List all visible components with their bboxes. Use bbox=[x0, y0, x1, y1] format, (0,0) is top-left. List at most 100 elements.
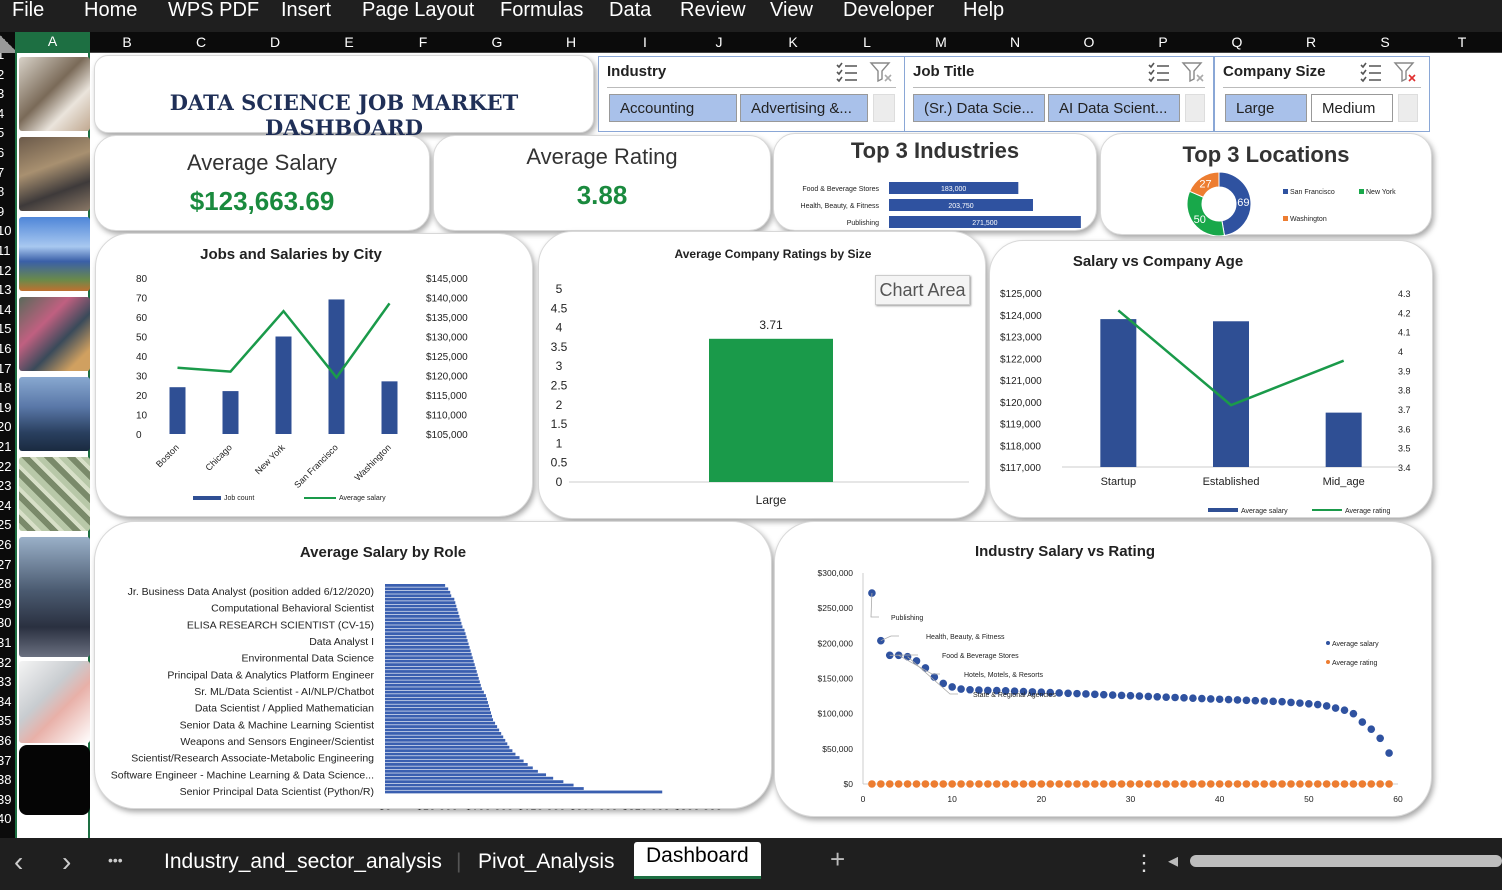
row-header-5[interactable]: 5 bbox=[0, 125, 15, 140]
clear-filter-icon[interactable] bbox=[869, 61, 893, 83]
multi-select-icon[interactable] bbox=[835, 61, 859, 83]
column-header-S[interactable]: S bbox=[1348, 34, 1422, 50]
slicer-item-medium[interactable]: Medium bbox=[1311, 94, 1393, 122]
row-header-18[interactable]: 18 bbox=[0, 380, 15, 395]
column-header-I[interactable]: I bbox=[608, 34, 682, 50]
row-header-32[interactable]: 32 bbox=[0, 655, 15, 670]
clear-filter-icon[interactable] bbox=[1181, 61, 1205, 83]
slicer-item-more[interactable] bbox=[1398, 94, 1418, 122]
row-header-27[interactable]: 27 bbox=[0, 557, 15, 572]
row-header-16[interactable]: 16 bbox=[0, 341, 15, 356]
row-header-10[interactable]: 10 bbox=[0, 223, 15, 238]
multi-select-icon[interactable] bbox=[1359, 61, 1383, 83]
menu-help[interactable]: Help bbox=[963, 0, 1004, 20]
row-header-38[interactable]: 38 bbox=[0, 772, 15, 787]
menu-data[interactable]: Data bbox=[609, 0, 651, 20]
row-header-6[interactable]: 6 bbox=[0, 145, 15, 160]
add-sheet-icon[interactable]: + bbox=[830, 844, 845, 875]
column-header-C[interactable]: C bbox=[164, 34, 238, 50]
column-header-E[interactable]: E bbox=[312, 34, 386, 50]
row-header-33[interactable]: 33 bbox=[0, 674, 15, 689]
sheet-tab-dashboard[interactable]: Dashboard bbox=[634, 842, 761, 879]
row-header-25[interactable]: 25 bbox=[0, 517, 15, 532]
menu-review[interactable]: Review bbox=[680, 0, 746, 20]
row-header-7[interactable]: 7 bbox=[0, 165, 15, 180]
row-header-14[interactable]: 14 bbox=[0, 302, 15, 317]
column-header-F[interactable]: F bbox=[386, 34, 460, 50]
row-header-37[interactable]: 37 bbox=[0, 753, 15, 768]
row-header-40[interactable]: 40 bbox=[0, 811, 15, 826]
row-header-31[interactable]: 31 bbox=[0, 635, 15, 650]
hscroll-left-icon[interactable]: ◂ bbox=[1168, 848, 1178, 873]
row-header-4[interactable]: 4 bbox=[0, 106, 15, 121]
menu-view[interactable]: View bbox=[770, 0, 813, 20]
column-header-A[interactable]: A bbox=[15, 32, 90, 53]
row-header-17[interactable]: 17 bbox=[0, 361, 15, 376]
more-tabs-icon[interactable]: ••• bbox=[108, 852, 123, 868]
row-header-9[interactable]: 9 bbox=[0, 204, 15, 219]
column-header-R[interactable]: R bbox=[1274, 34, 1348, 50]
column-header-L[interactable]: L bbox=[830, 34, 904, 50]
select-all-corner[interactable] bbox=[0, 32, 15, 53]
row-header-22[interactable]: 22 bbox=[0, 459, 15, 474]
tab-scroll-right-icon[interactable]: › bbox=[62, 846, 71, 878]
row-header-1[interactable]: 1 bbox=[0, 53, 15, 62]
column-header-Q[interactable]: Q bbox=[1200, 34, 1274, 50]
slicer-item-sr-data-scientist[interactable]: (Sr.) Data Scie... bbox=[913, 94, 1045, 122]
row-header-36[interactable]: 36 bbox=[0, 733, 15, 748]
menu-developer[interactable]: Developer bbox=[843, 0, 934, 20]
row-header-24[interactable]: 24 bbox=[0, 498, 15, 513]
column-header-B[interactable]: B bbox=[90, 34, 164, 50]
row-header-19[interactable]: 19 bbox=[0, 400, 15, 415]
column-header-O[interactable]: O bbox=[1052, 34, 1126, 50]
row-header-11[interactable]: 11 bbox=[0, 243, 15, 258]
menu-file[interactable]: File bbox=[12, 0, 44, 20]
slicer-item-accounting[interactable]: Accounting bbox=[609, 94, 737, 122]
multi-select-icon[interactable] bbox=[1147, 61, 1171, 83]
row-header-26[interactable]: 26 bbox=[0, 537, 15, 552]
row-header-39[interactable]: 39 bbox=[0, 792, 15, 807]
sheet-tab-pivot_analysis[interactable]: Pivot_Analysis bbox=[478, 850, 615, 874]
company-size-slicer[interactable]: Company Size Large Medium bbox=[1214, 56, 1430, 132]
row-header-15[interactable]: 15 bbox=[0, 321, 15, 336]
menu-formulas[interactable]: Formulas bbox=[500, 0, 583, 20]
slicer-item-more[interactable] bbox=[873, 94, 895, 122]
menu-wps-pdf[interactable]: WPS PDF bbox=[168, 0, 259, 20]
sheet-tab-industry_and_sector_analysis[interactable]: Industry_and_sector_analysis bbox=[164, 850, 442, 874]
column-header-G[interactable]: G bbox=[460, 34, 534, 50]
row-header-20[interactable]: 20 bbox=[0, 419, 15, 434]
column-header-K[interactable]: K bbox=[756, 34, 830, 50]
slicer-item-more[interactable] bbox=[1185, 94, 1205, 122]
row-header-29[interactable]: 29 bbox=[0, 596, 15, 611]
row-header-23[interactable]: 23 bbox=[0, 478, 15, 493]
column-header-P[interactable]: P bbox=[1126, 34, 1200, 50]
column-header-N[interactable]: N bbox=[978, 34, 1052, 50]
column-header-H[interactable]: H bbox=[534, 34, 608, 50]
menu-insert[interactable]: Insert bbox=[281, 0, 331, 20]
job-title-slicer[interactable]: Job Title (Sr.) Data Scie... AI Data Sci… bbox=[904, 56, 1214, 132]
clear-filter-icon[interactable] bbox=[1393, 61, 1417, 83]
column-header-J[interactable]: J bbox=[682, 34, 756, 50]
row-header-30[interactable]: 30 bbox=[0, 615, 15, 630]
row-header-21[interactable]: 21 bbox=[0, 439, 15, 454]
tab-options-icon[interactable]: ⋮ bbox=[1133, 850, 1155, 876]
row-header-2[interactable]: 2 bbox=[0, 67, 15, 82]
slicer-item-large[interactable]: Large bbox=[1225, 94, 1307, 122]
row-header-12[interactable]: 12 bbox=[0, 263, 15, 278]
row-header-3[interactable]: 3 bbox=[0, 86, 15, 101]
tab-scroll-left-icon[interactable]: ‹ bbox=[14, 846, 23, 878]
column-header-D[interactable]: D bbox=[238, 34, 312, 50]
menu-page-layout[interactable]: Page Layout bbox=[362, 0, 474, 20]
column-header-T[interactable]: T bbox=[1422, 34, 1502, 50]
column-header-M[interactable]: M bbox=[904, 34, 978, 50]
slicer-item-advertising[interactable]: Advertising &... bbox=[740, 94, 868, 122]
horizontal-scrollbar-thumb[interactable] bbox=[1190, 855, 1502, 867]
row-header-8[interactable]: 8 bbox=[0, 184, 15, 199]
row-header-28[interactable]: 28 bbox=[0, 576, 15, 591]
industry-slicer[interactable]: Industry Accounting Advertising &... bbox=[598, 56, 905, 132]
menu-home[interactable]: Home bbox=[84, 0, 137, 20]
row-header-34[interactable]: 34 bbox=[0, 694, 15, 709]
row-header-35[interactable]: 35 bbox=[0, 713, 15, 728]
row-header-13[interactable]: 13 bbox=[0, 282, 15, 297]
slicer-item-ai-data-scientist[interactable]: AI Data Scient... bbox=[1048, 94, 1180, 122]
